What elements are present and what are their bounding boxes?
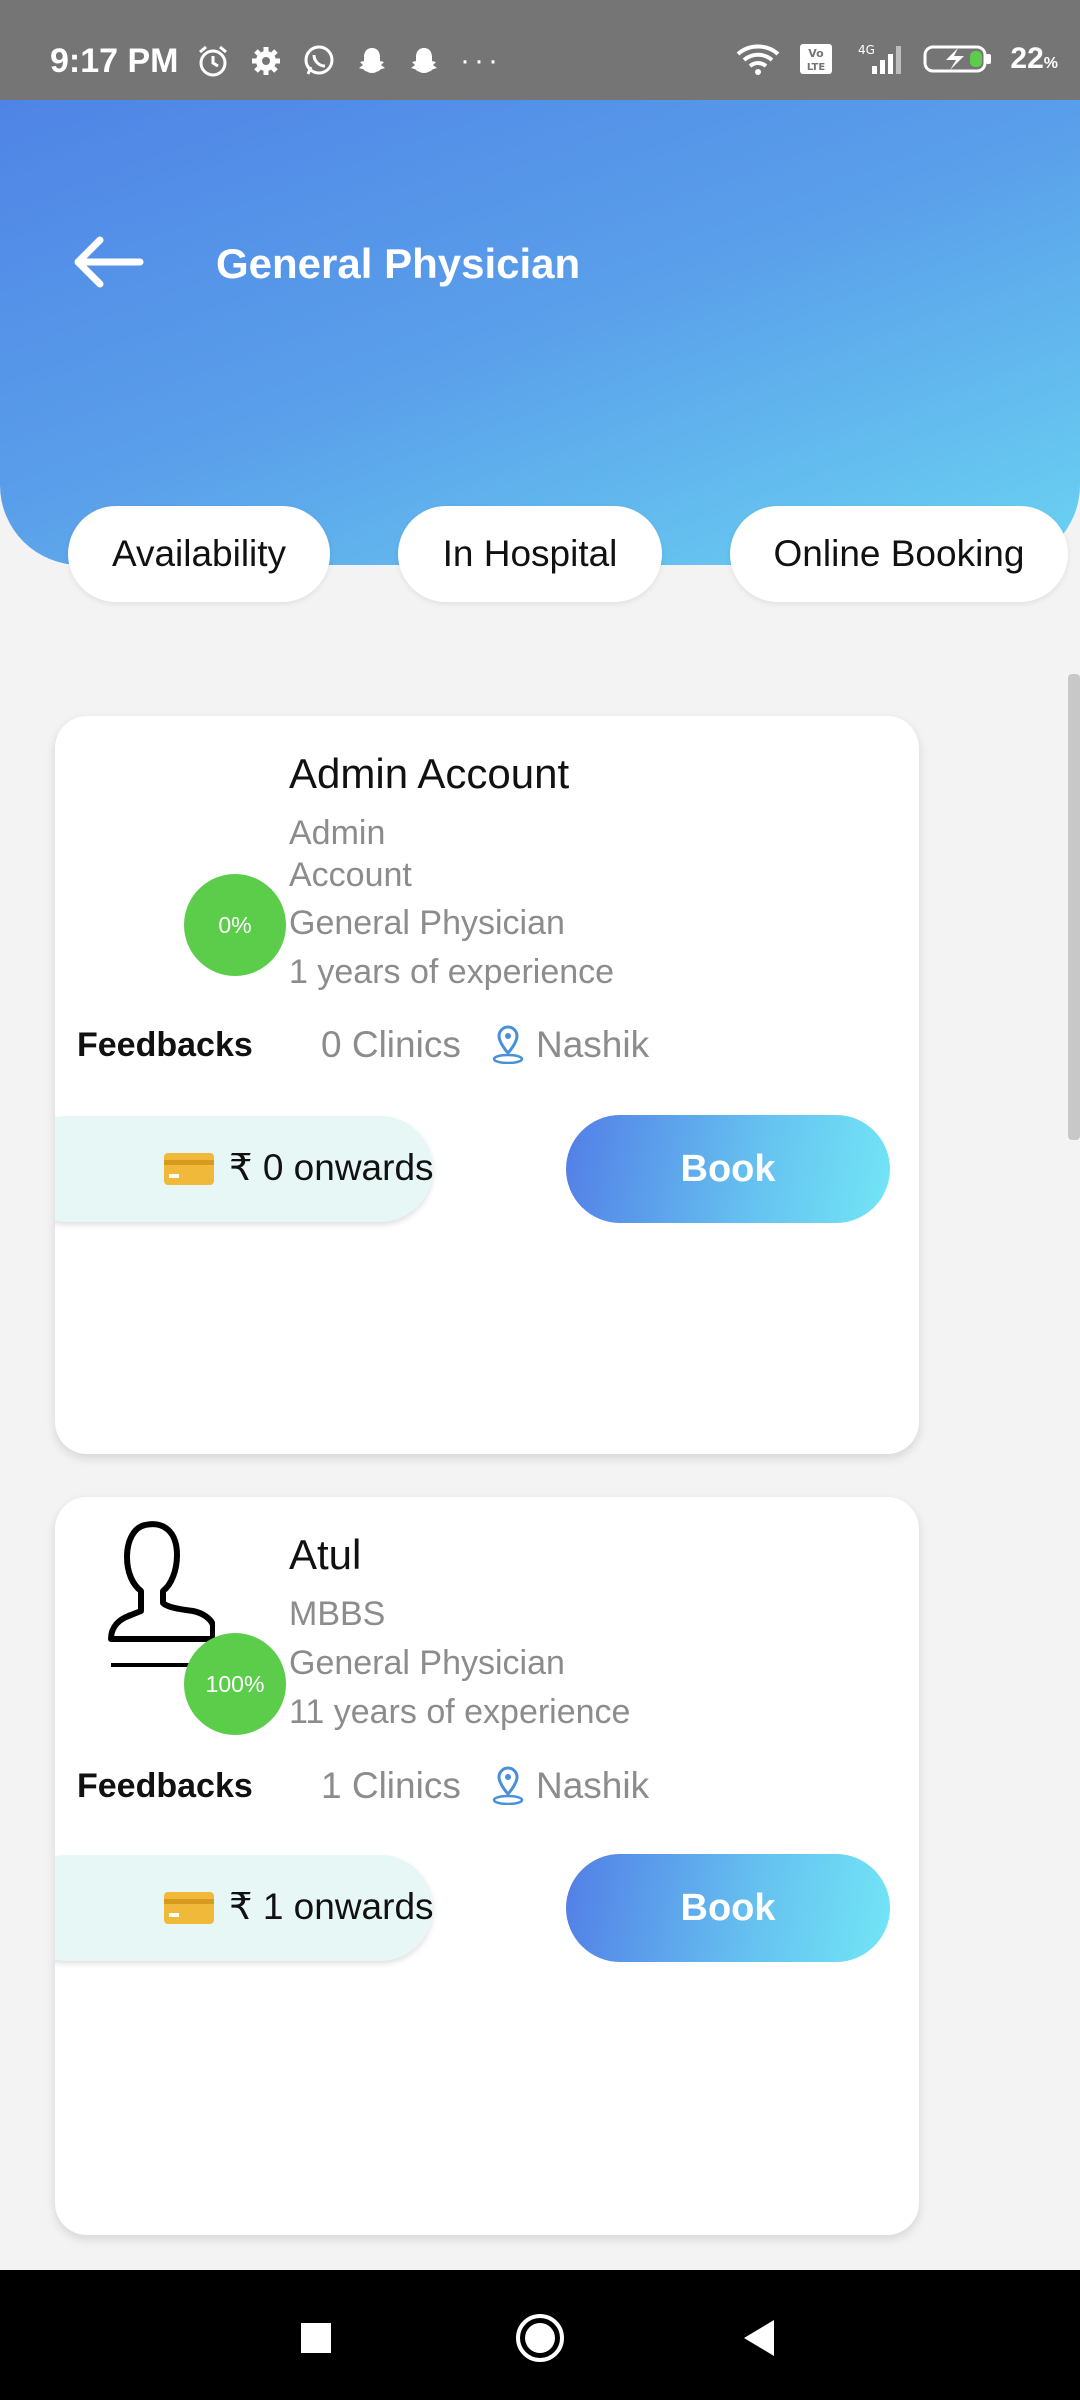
- doctor-qualification: Account: [289, 856, 412, 894]
- snapchat-icon: [359, 48, 385, 73]
- price-text: ₹ 0 onwards: [229, 1147, 434, 1188]
- battery-charging-icon: [923, 45, 992, 73]
- status-icons-right: Vo LTE 4G 22%: [734, 42, 1058, 76]
- rating-badge: 0%: [184, 874, 286, 976]
- credit-card-icon: [164, 1153, 214, 1185]
- page-title: General Physician: [216, 240, 581, 287]
- filter-online-booking[interactable]: Online Booking: [730, 506, 1068, 602]
- book-button[interactable]: Book: [566, 1854, 890, 1962]
- clinics-count: 1 Clinics: [321, 1765, 461, 1806]
- status-time: 9:17 PM: [50, 42, 179, 80]
- scrollbar[interactable]: [1068, 674, 1080, 1140]
- price-text: ₹ 1 onwards: [229, 1886, 434, 1927]
- wifi-icon: [737, 44, 780, 75]
- more-dots-icon: ···: [460, 44, 502, 77]
- filter-in-hospital[interactable]: In Hospital: [398, 506, 662, 602]
- doctor-experience: 1 years of experience: [289, 953, 615, 991]
- status-icons-left: ···: [196, 44, 502, 78]
- whatsapp-icon: [304, 45, 334, 75]
- status-bar: 9:17 PM ··· Vo LTE 4G 22%: [0, 0, 1080, 100]
- price-badge: ₹ 0 onwards: [55, 1116, 434, 1222]
- location-pin-icon: [492, 1025, 524, 1064]
- volte-icon: Vo LTE: [800, 44, 833, 74]
- location-text: Nashik: [536, 1024, 650, 1065]
- rating-badge: 100%: [184, 1633, 286, 1735]
- location-pin-icon: [492, 1766, 524, 1805]
- feedbacks-link[interactable]: Feedbacks: [77, 1767, 253, 1806]
- credit-card-icon: [164, 1892, 214, 1924]
- doctor-name: Admin Account: [289, 750, 570, 797]
- price-badge: ₹ 1 onwards: [55, 1855, 434, 1961]
- recents-square-icon[interactable]: [286, 2308, 346, 2368]
- svg-text:LTE: LTE: [807, 62, 826, 73]
- doctor-specialty: General Physician: [289, 1644, 565, 1682]
- doctor-specialty: General Physician: [289, 904, 565, 942]
- doctor-name: Atul: [289, 1531, 362, 1578]
- clinics-count: 0 Clinics: [321, 1024, 461, 1065]
- doctor-qualification: MBBS: [289, 1595, 386, 1633]
- svg-text:4G: 4G: [858, 43, 875, 57]
- page-header: [0, 100, 1080, 565]
- location-text: Nashik: [536, 1765, 650, 1806]
- gear-icon: [252, 47, 280, 75]
- doctor-card[interactable]: 0% Admin Account Admin Account General P…: [55, 716, 919, 1454]
- signal-4g-icon: 4G: [858, 43, 902, 74]
- home-circle-icon[interactable]: [510, 2308, 570, 2368]
- alarm-icon: [199, 45, 227, 77]
- doctor-card[interactable]: 100% Atul MBBS General Physician 11 year…: [55, 1497, 919, 2235]
- svg-text:Vo: Vo: [809, 47, 825, 60]
- back-arrow-icon[interactable]: [70, 232, 144, 292]
- battery-percent: 22%: [1010, 42, 1058, 75]
- doctor-experience: 11 years of experience: [289, 1693, 631, 1731]
- system-nav-bar: [0, 2270, 1080, 2400]
- doctor-qualification: Admin: [289, 814, 386, 852]
- book-button[interactable]: Book: [566, 1115, 890, 1223]
- filter-availability[interactable]: Availability: [68, 506, 330, 602]
- back-triangle-icon[interactable]: [730, 2308, 790, 2368]
- feedbacks-link[interactable]: Feedbacks: [77, 1026, 253, 1065]
- snapchat-icon: [411, 48, 437, 73]
